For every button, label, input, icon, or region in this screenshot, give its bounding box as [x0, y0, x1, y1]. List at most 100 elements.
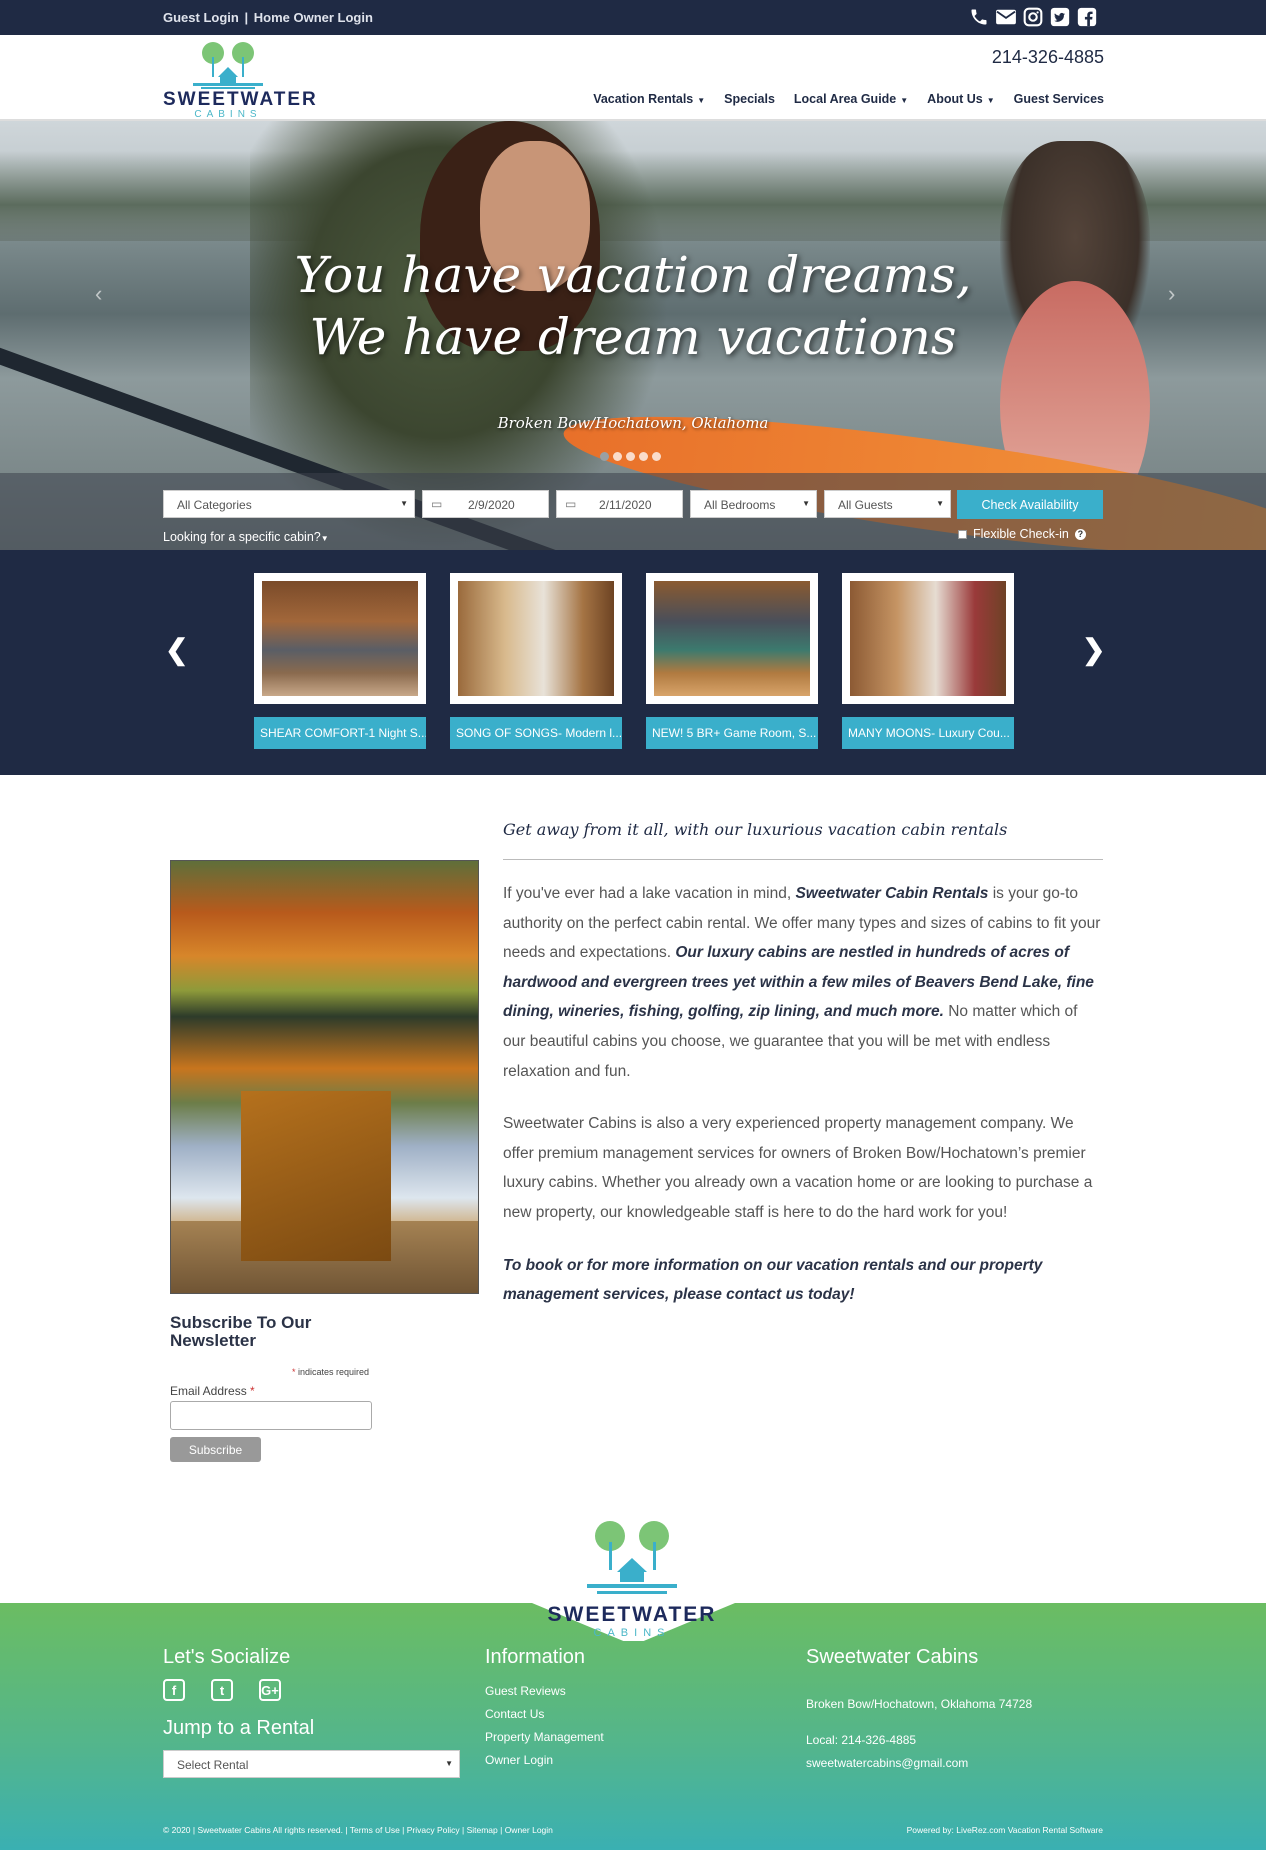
phone-icon[interactable]	[968, 6, 990, 28]
main-nav: Vacation Rentals ▼ Specials Local Area Gu…	[593, 92, 1104, 106]
flexible-checkin-label: Flexible Check-in	[973, 527, 1069, 541]
tagline-divider	[503, 859, 1103, 860]
copyright-line[interactable]: © 2020 | Sweetwater Cabins All rights re…	[163, 1825, 553, 1835]
jump-select-value: Select Rental	[177, 1758, 249, 1772]
nav-local-area-guide[interactable]: Local Area Guide ▼	[794, 92, 908, 106]
company-phone[interactable]: Local: 214-326-4885	[806, 1733, 916, 1747]
dropdown-arrow-icon: ▼	[400, 499, 408, 508]
nav-guest-services[interactable]: Guest Services	[1014, 92, 1104, 106]
newsletter-title: Subscribe To Our Newsletter	[170, 1313, 312, 1350]
twitter-icon[interactable]	[1049, 6, 1071, 28]
bedrooms-select[interactable]: All Bedrooms ▼	[690, 490, 817, 518]
contact-social-icons	[968, 6, 1098, 28]
hero-title-line-1: You have vacation dreams,	[294, 246, 972, 304]
nav-vacation-rentals[interactable]: Vacation Rentals ▼	[593, 92, 705, 106]
bedrooms-select-value: All Bedrooms	[704, 498, 776, 512]
rental-card-label[interactable]: SHEAR COMFORT-1 Night S...	[254, 717, 426, 749]
rental-thumbnail[interactable]	[254, 573, 426, 704]
facebook-icon[interactable]	[1076, 6, 1098, 28]
slider-dot[interactable]	[613, 452, 622, 461]
logo-trees-icon	[587, 1521, 677, 1594]
featured-rental-card[interactable]: NEW! 5 BR+ Game Room, S...	[646, 573, 818, 749]
category-select[interactable]: All Categories ▼	[163, 490, 415, 518]
footer-logo[interactable]: SWEETWATER CABINS	[532, 1518, 732, 1642]
company-email[interactable]: sweetwatercabins@gmail.com	[806, 1756, 968, 1770]
rental-thumbnail[interactable]	[842, 573, 1014, 704]
category-select-value: All Categories	[177, 498, 252, 512]
intro-paragraph-1: If you've ever had a lake vacation in mi…	[503, 879, 1103, 1086]
arrival-date-input[interactable]: ▭ 2/9/2020	[422, 490, 549, 518]
slider-dot[interactable]	[652, 452, 661, 461]
departure-date-input[interactable]: ▭ 2/11/2020	[556, 490, 683, 518]
email-label: Email Address *	[170, 1384, 255, 1398]
nav-item-label: Vacation Rentals	[593, 92, 694, 106]
check-availability-button[interactable]: Check Availability	[957, 490, 1103, 519]
required-note-text: indicates required	[295, 1367, 370, 1377]
guests-select[interactable]: All Guests ▼	[824, 490, 951, 518]
brand-emphasis: Sweetwater Cabin Rentals	[795, 885, 989, 902]
arrival-date-value: 2/9/2020	[468, 498, 515, 512]
newsletter-email-input[interactable]	[170, 1401, 372, 1430]
slider-dot[interactable]	[600, 452, 609, 461]
photo-chair	[241, 1091, 391, 1261]
carousel-prev-arrow[interactable]: ❮	[165, 633, 188, 666]
instagram-icon[interactable]	[1022, 6, 1044, 28]
slider-dot[interactable]	[639, 452, 648, 461]
guests-select-value: All Guests	[838, 498, 893, 512]
footer-link-guest-reviews[interactable]: Guest Reviews	[485, 1684, 566, 1698]
help-icon[interactable]: ?	[1074, 528, 1086, 540]
slider-dot[interactable]	[626, 452, 635, 461]
required-star: *	[250, 1384, 255, 1398]
rental-card-label[interactable]: MANY MOONS- Luxury Cou...	[842, 717, 1014, 749]
rental-thumbnail[interactable]	[450, 573, 622, 704]
header-phone[interactable]: 214-326-4885	[992, 47, 1104, 68]
powered-by-link[interactable]: Powered by: LiveRez.com Vacation Rental …	[907, 1825, 1103, 1835]
carousel-next-arrow[interactable]: ❯	[1082, 633, 1105, 666]
nav-item-label: Guest Services	[1013, 92, 1104, 106]
nav-item-label: Local Area Guide	[793, 92, 897, 106]
jump-to-rental-select[interactable]: Select Rental ▼	[163, 1750, 460, 1778]
site-header: SWEETWATER CABINS 214-326-4885 Vacation …	[0, 35, 1266, 121]
rental-card-label[interactable]: NEW! 5 BR+ Game Room, S...	[646, 717, 818, 749]
google-plus-icon[interactable]: G+	[259, 1679, 281, 1701]
intro-paragraph-2: Sweetwater Cabins is also a very experie…	[503, 1115, 1093, 1221]
flexible-checkin-checkbox[interactable]	[958, 529, 967, 539]
footer-link-owner-login[interactable]: Owner Login	[485, 1753, 553, 1767]
facebook-icon[interactable]: f	[163, 1679, 185, 1701]
information-title: Information	[485, 1646, 586, 1668]
home-owner-login-link[interactable]: Home Owner Login	[254, 10, 373, 25]
envelope-icon[interactable]	[995, 6, 1017, 28]
content-tagline: Get away from it all, with our luxurious…	[503, 820, 1008, 839]
hero-title: You have vacation dreams, We have dream …	[0, 244, 1266, 368]
subscribe-button[interactable]: Subscribe	[170, 1437, 261, 1462]
rental-thumbnail[interactable]	[646, 573, 818, 704]
hero-subtitle: Broken Bow/Hochatown, Oklahoma	[497, 414, 769, 432]
footer-logo-sub: CABINS	[593, 1627, 671, 1639]
nav-specials[interactable]: Specials	[724, 92, 775, 106]
top-bar: Guest Login | Home Owner Login	[0, 0, 1266, 35]
guest-login-link[interactable]: Guest Login	[163, 10, 239, 25]
site-logo[interactable]: SWEETWATER CABINS	[163, 39, 316, 120]
footer-link-contact-us[interactable]: Contact Us	[485, 1707, 544, 1721]
logo-trees-icon	[193, 42, 263, 89]
email-label-text: Email Address	[170, 1384, 251, 1398]
departure-date-value: 2/11/2020	[599, 498, 652, 512]
caret-down-icon: ▼	[986, 96, 995, 105]
nav-about-us[interactable]: About Us ▼	[927, 92, 994, 106]
footer-link-property-management[interactable]: Property Management	[485, 1730, 604, 1744]
lake-chair-photo	[170, 860, 479, 1294]
logo-sub-text: CABINS	[194, 109, 262, 120]
rental-card-label[interactable]: SONG OF SONGS- Modern l...	[450, 717, 622, 749]
jump-to-rental-title: Jump to a Rental	[163, 1717, 315, 1739]
featured-rental-card[interactable]: MANY MOONS- Luxury Cou...	[842, 573, 1014, 749]
specific-cabin-label: Looking for a specific cabin?	[163, 530, 321, 544]
footer-logo-brand: SWEETWATER	[547, 1603, 717, 1626]
specific-cabin-link[interactable]: Looking for a specific cabin?▼	[163, 530, 329, 544]
login-separator: |	[244, 10, 249, 25]
dropdown-arrow-icon: ▼	[936, 499, 944, 508]
twitter-icon[interactable]: t	[211, 1679, 233, 1701]
required-note: * indicates required	[292, 1367, 369, 1377]
caret-down-icon: ▼	[900, 96, 909, 105]
featured-rental-card[interactable]: SHEAR COMFORT-1 Night S...	[254, 573, 426, 749]
featured-rental-card[interactable]: SONG OF SONGS- Modern l...	[450, 573, 622, 749]
